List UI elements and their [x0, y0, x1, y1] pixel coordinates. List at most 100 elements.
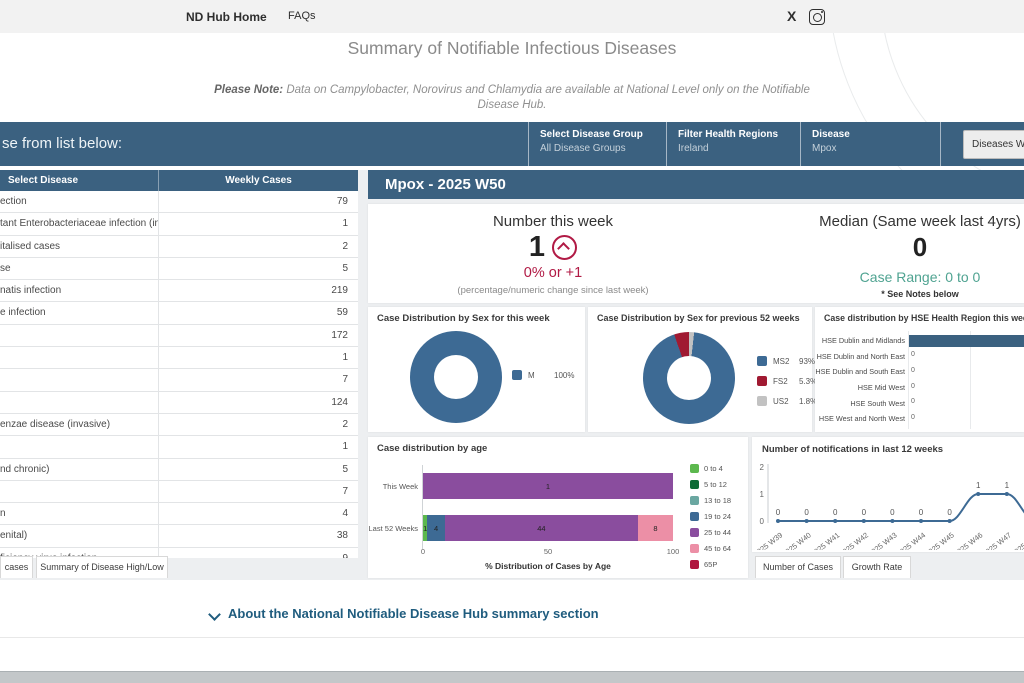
age-legend-item: 65P — [690, 559, 731, 570]
age-legend-label: 19 to 24 — [704, 512, 731, 521]
disease-name-cell: tant Enterobacteriaceae infection (invas… — [0, 213, 159, 234]
age-legend-label: 13 to 18 — [704, 496, 731, 505]
weekly-cases-cell: 124 — [159, 392, 358, 413]
hse-bar-track: 0 — [909, 350, 1024, 362]
filter-disease-group[interactable]: Select Disease Group All Disease Groups — [540, 129, 643, 154]
table-row[interactable]: e infection59 — [0, 302, 358, 324]
filter-health-regions[interactable]: Filter Health Regions Ireland — [678, 129, 778, 154]
table-row[interactable]: 7 — [0, 481, 358, 503]
hse-region-label: HSE Dublin and Midlands — [815, 336, 909, 345]
increase-arrow-icon — [552, 235, 577, 260]
hse-region-row: HSE Dublin and Midlands — [815, 333, 1024, 349]
table-row[interactable]: 172 — [0, 325, 358, 347]
disease-table-rows: ection79tant Enterobacteriaceae infectio… — [0, 191, 358, 558]
table-row[interactable]: se5 — [0, 258, 358, 280]
age-distribution-card: Case distribution by age This Week Last … — [368, 437, 748, 578]
legend-swatch — [757, 356, 767, 366]
legend-label: US2 — [773, 397, 799, 406]
svg-text:1: 1 — [976, 481, 981, 490]
table-row[interactable]: 7 — [0, 369, 358, 391]
filter-health-regions-label: Filter Health Regions — [678, 129, 778, 140]
table-row[interactable]: n4 — [0, 503, 358, 525]
svg-text:0: 0 — [862, 508, 867, 517]
hse-zero-value: 0 — [911, 351, 915, 358]
x-social-icon[interactable]: X — [787, 8, 796, 24]
table-row[interactable]: 1 — [0, 347, 358, 369]
about-section-label: About the National Notifiable Disease Hu… — [228, 606, 599, 621]
svg-text:0: 0 — [947, 508, 952, 517]
median-block: Median (Same week last 4yrs) 0 Case Rang… — [810, 213, 1024, 299]
disease-name-cell: italised cases — [0, 236, 159, 257]
nav-nd-hub-home[interactable]: ND Hub Home — [186, 10, 267, 24]
tab-summary-of-disease-high-low[interactable]: Summary of Disease High/Low — [36, 556, 168, 578]
disease-name-cell: natis infection — [0, 280, 159, 301]
filter-separator — [940, 122, 941, 166]
disease-name-cell — [0, 436, 159, 457]
weekly-cases-cell: 1 — [159, 436, 358, 457]
svg-text:2025 W39: 2025 W39 — [752, 530, 784, 550]
top-navigation-bar: ND Hub Home FAQs X — [0, 0, 1024, 33]
table-row[interactable]: enital)38 — [0, 525, 358, 547]
table-row[interactable]: ection79 — [0, 191, 358, 213]
number-this-week-label: Number this week — [453, 213, 653, 230]
age-distribution-title: Case distribution by age — [377, 443, 487, 454]
disease-name-cell: e infection — [0, 302, 159, 323]
hse-region-row: HSE Dublin and North East0 — [815, 349, 1024, 365]
age-legend-item: 25 to 44 — [690, 527, 731, 538]
table-row[interactable]: 1 — [0, 436, 358, 458]
sex-week-donut-chart — [410, 331, 502, 423]
diseases-with-button[interactable]: Diseases With — [963, 130, 1024, 159]
section-divider — [0, 637, 1024, 638]
legend-item: US21.8% — [757, 395, 817, 407]
age-x-tick: 100 — [667, 547, 680, 556]
weekly-cases-cell: 4 — [159, 503, 358, 524]
hse-zero-value: 0 — [911, 367, 915, 374]
legend-swatch — [757, 376, 767, 386]
weekly-cases-cell: 5 — [159, 459, 358, 480]
table-row[interactable]: natis infection219 — [0, 280, 358, 302]
hse-bar-track: 0 — [909, 382, 1024, 394]
table-row[interactable]: italised cases2 — [0, 236, 358, 258]
page-note-label: Please Note: — [214, 84, 283, 96]
hse-region-row: HSE South West0 — [815, 395, 1024, 411]
svg-text:2025 W47: 2025 W47 — [981, 530, 1013, 550]
hse-region-label: HSE West and North West — [815, 414, 909, 423]
disease-table: Select Disease Weekly Cases ection79tant… — [0, 170, 358, 558]
age-legend-label: 5 to 12 — [704, 480, 727, 489]
age-bar-segment: 8 — [638, 515, 673, 541]
number-this-week-value: 1 — [529, 231, 545, 264]
age-legend: 0 to 45 to 1213 to 1819 to 2425 to 4445 … — [690, 463, 731, 575]
hse-region-row: HSE West and North West0 — [815, 411, 1024, 427]
svg-text:2025 W41: 2025 W41 — [809, 530, 841, 550]
age-bar-segment: 44 — [445, 515, 638, 541]
bottom-bar[interactable] — [0, 671, 1024, 683]
table-row[interactable]: nd chronic)5 — [0, 459, 358, 481]
age-legend-label: 65P — [704, 560, 717, 569]
median-label: Median (Same week last 4yrs) — [810, 213, 1024, 230]
legend-label: MS2 — [773, 357, 799, 366]
filter-separator — [800, 122, 801, 166]
column-header-weekly-cases: Weekly Cases — [159, 170, 358, 191]
page-note-text: Data on Campylobacter, Norovirus and Chl… — [286, 84, 810, 111]
table-row[interactable]: 124 — [0, 392, 358, 414]
sex-week-legend: M100% — [512, 369, 574, 389]
disease-name-cell: ection — [0, 191, 159, 212]
filter-disease[interactable]: Disease Mpox — [812, 129, 850, 154]
tab-growth-rate[interactable]: Growth Rate — [843, 556, 911, 578]
tab-number-of-cases[interactable]: Number of Cases — [755, 556, 841, 578]
table-row[interactable]: tant Enterobacteriaceae infection (invas… — [0, 213, 358, 235]
filter-disease-value: Mpox — [812, 143, 850, 154]
about-section-toggle[interactable]: About the National Notifiable Disease Hu… — [210, 606, 810, 626]
sex-52week-donut-chart — [643, 332, 735, 424]
instagram-icon[interactable] — [809, 9, 825, 25]
age-bar-segment: 4 — [427, 515, 445, 541]
sex-52week-legend: MS293%FS25.3%US21.8% — [757, 355, 817, 415]
svg-text:0: 0 — [890, 508, 895, 517]
tab-cases[interactable]: cases — [0, 556, 33, 578]
svg-text:1: 1 — [760, 490, 765, 499]
disease-name-cell — [0, 369, 159, 390]
table-row[interactable]: enzae disease (invasive)2 — [0, 414, 358, 436]
svg-text:2025 W46: 2025 W46 — [952, 530, 984, 550]
nav-faqs[interactable]: FAQs — [288, 10, 316, 22]
age-legend-swatch — [690, 528, 699, 537]
